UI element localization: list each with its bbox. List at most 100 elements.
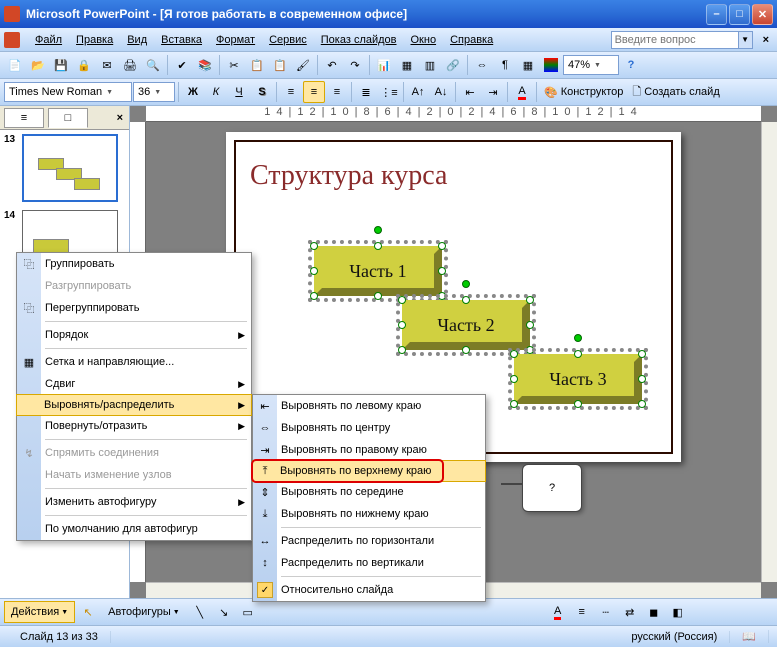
cm-defaults[interactable]: По умолчанию для автофигур [17, 518, 251, 540]
rotate-handle[interactable] [374, 226, 382, 234]
font-color-draw-button[interactable]: A [547, 601, 569, 623]
mdi-close-button[interactable]: × [759, 34, 773, 46]
menu-view[interactable]: Вид [120, 32, 154, 48]
bullets-button[interactable]: ⋮≡ [378, 81, 400, 103]
sm-distribute-v[interactable]: ↕Распределить по вертикали [253, 552, 485, 574]
cm-order[interactable]: Порядок▶ [17, 324, 251, 346]
actions-menu-button[interactable]: Действия▼ [4, 601, 75, 623]
status-spellcheck-icon[interactable]: 📖 [730, 630, 769, 643]
help-search-dropdown[interactable]: ▼ [739, 31, 753, 49]
cut-button[interactable]: ✂ [223, 54, 245, 76]
save-button[interactable]: 💾 [50, 54, 72, 76]
maximize-button[interactable]: □ [729, 4, 750, 25]
increase-indent-button[interactable]: ⇥ [482, 81, 504, 103]
sm-distribute-h[interactable]: ↔Распределить по горизонтали [253, 530, 485, 552]
spelling-button[interactable]: ✔ [171, 54, 193, 76]
grid-button[interactable]: ▦ [517, 54, 539, 76]
line-style-button[interactable]: ≡ [571, 601, 593, 623]
shadow-style-button[interactable]: ◼ [643, 601, 665, 623]
open-button[interactable]: 📂 [27, 54, 49, 76]
cm-rotate[interactable]: Повернуть/отразить▶ [17, 415, 251, 437]
increase-font-button[interactable]: A↑ [407, 81, 429, 103]
redo-button[interactable]: ↷ [344, 54, 366, 76]
sm-align-left[interactable]: ⇤Выровнять по левому краю [253, 395, 485, 417]
help-button[interactable]: ? [620, 54, 642, 76]
arrow-style-button[interactable]: ⇄ [619, 601, 641, 623]
permission-button[interactable]: 🔒 [73, 54, 95, 76]
research-button[interactable]: 📚 [194, 54, 216, 76]
line-button[interactable]: ╲ [189, 601, 211, 623]
rotate-handle[interactable] [462, 280, 470, 288]
shadow-button[interactable]: S [251, 81, 273, 103]
color-button[interactable] [540, 54, 562, 76]
menu-file[interactable]: Файл [28, 32, 69, 48]
menu-insert[interactable]: Вставка [154, 32, 209, 48]
cm-nudge[interactable]: Сдвиг▶ [17, 373, 251, 395]
cm-change-shape[interactable]: Изменить автофигуру▶ [17, 491, 251, 513]
sm-align-right[interactable]: ⇥Выровнять по правому краю [253, 439, 485, 461]
hyperlink-button[interactable]: 🔗 [442, 54, 464, 76]
cm-align[interactable]: Выровнять/распределить▶ [16, 394, 252, 416]
font-size-select[interactable]: 36▼ [133, 82, 175, 102]
cm-regroup[interactable]: ⿻Перегруппировать [17, 297, 251, 319]
rotate-handle[interactable] [574, 334, 582, 342]
menu-window[interactable]: Окно [404, 32, 444, 48]
menu-edit[interactable]: Правка [69, 32, 120, 48]
menu-help[interactable]: Справка [443, 32, 500, 48]
pane-close-button[interactable]: × [111, 110, 129, 126]
menu-service[interactable]: Сервис [262, 32, 314, 48]
select-objects-button[interactable]: ↖ [77, 601, 99, 623]
align-center-button[interactable]: ≡ [303, 81, 325, 103]
email-button[interactable]: ✉ [96, 54, 118, 76]
arrow-button[interactable]: ↘ [213, 601, 235, 623]
slides-tab[interactable]: □ [48, 108, 88, 128]
expand-all-button[interactable]: ⇔ [471, 54, 493, 76]
underline-button[interactable]: Ч [228, 81, 250, 103]
decrease-font-button[interactable]: A↓ [430, 81, 452, 103]
zoom-select[interactable]: 47%▼ [563, 55, 619, 75]
table-button[interactable]: ▦ [396, 54, 418, 76]
bold-button[interactable]: Ж [182, 81, 204, 103]
tables-borders-button[interactable]: ▥ [419, 54, 441, 76]
decrease-indent-button[interactable]: ⇤ [459, 81, 481, 103]
outline-tab[interactable]: ≡ [4, 108, 44, 128]
copy-button[interactable]: 📋 [246, 54, 268, 76]
menu-format[interactable]: Формат [209, 32, 262, 48]
undo-button[interactable]: ↶ [321, 54, 343, 76]
shape-part1[interactable]: Часть 1 [314, 246, 442, 296]
slide-thumbnail-13[interactable] [22, 134, 118, 202]
sm-align-middle[interactable]: ⇕Выровнять по середине [253, 481, 485, 503]
sm-align-top[interactable]: ⤒Выровнять по верхнему краю [252, 460, 486, 482]
font-select[interactable]: Times New Roman▼ [4, 82, 132, 102]
align-right-button[interactable]: ≡ [326, 81, 348, 103]
dash-style-button[interactable]: ┄ [595, 601, 617, 623]
designer-button[interactable]: 🎨Конструктор [540, 86, 627, 99]
new-slide-button[interactable]: 🗋Создать слайд [628, 83, 723, 102]
sm-align-center-h[interactable]: ⇔Выровнять по центру [253, 417, 485, 439]
slide-title[interactable]: Структура курса [250, 160, 447, 192]
help-search-input[interactable] [611, 31, 739, 49]
menu-slideshow[interactable]: Показ слайдов [314, 32, 404, 48]
cm-group[interactable]: ⿻Группировать [17, 253, 251, 275]
3d-style-button[interactable]: ◧ [667, 601, 689, 623]
italic-button[interactable]: К [205, 81, 227, 103]
show-formatting-button[interactable]: ¶ [494, 54, 516, 76]
numbering-button[interactable]: ≣ [355, 81, 377, 103]
paste-button[interactable]: 📋 [269, 54, 291, 76]
minimize-button[interactable]: – [706, 4, 727, 25]
shape-part3[interactable]: Часть 3 [514, 354, 642, 404]
rectangle-button[interactable]: ▭ [237, 601, 259, 623]
chart-button[interactable]: 📊 [373, 54, 395, 76]
shape-part2[interactable]: Часть 2 [402, 300, 530, 350]
cm-grid[interactable]: ▦Сетка и направляющие... [17, 351, 251, 373]
format-painter-button[interactable]: 🖌 [292, 54, 314, 76]
sm-relative-slide[interactable]: ✓Относительно слайда [253, 579, 485, 601]
vertical-scrollbar[interactable] [761, 122, 777, 582]
preview-button[interactable]: 🔍 [142, 54, 164, 76]
align-left-button[interactable]: ≡ [280, 81, 302, 103]
print-button[interactable]: 🖨 [119, 54, 141, 76]
font-color-button[interactable]: A [511, 81, 533, 103]
sm-align-bottom[interactable]: ⤓Выровнять по нижнему краю [253, 503, 485, 525]
new-button[interactable]: 📄 [4, 54, 26, 76]
close-button[interactable]: ✕ [752, 4, 773, 25]
